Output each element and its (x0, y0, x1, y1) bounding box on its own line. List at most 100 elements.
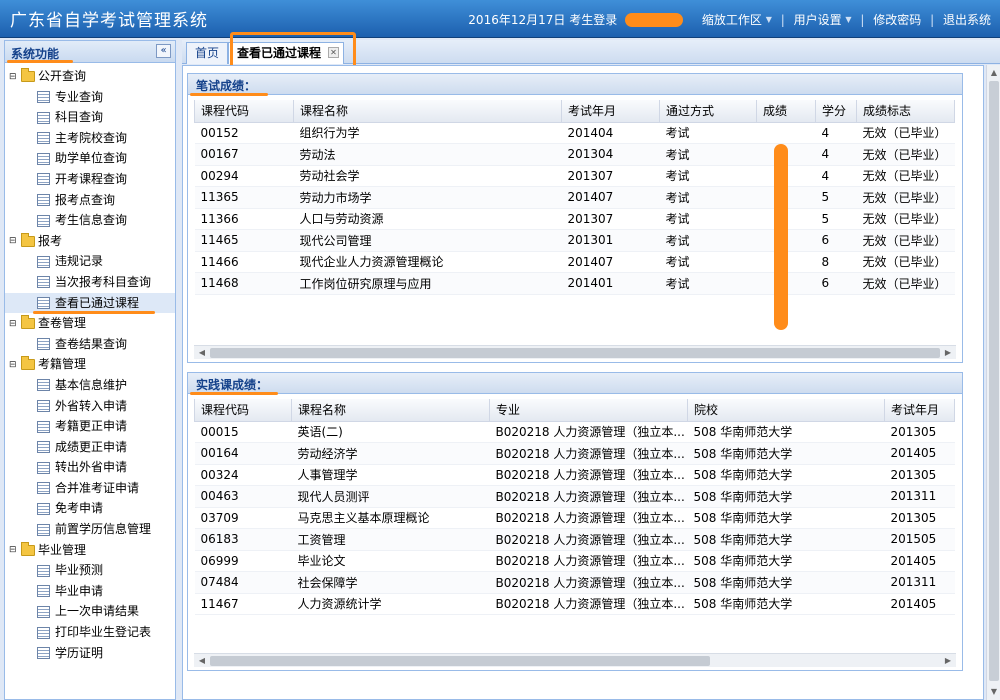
table-cell: 无效（已毕业） (856, 186, 955, 209)
table-cell: 5 (815, 186, 857, 209)
scroll-right-icon[interactable]: ▶ (942, 347, 954, 359)
column-header[interactable]: 成绩 (756, 100, 816, 123)
column-header[interactable]: 通过方式 (659, 100, 757, 123)
tree-item[interactable]: 毕业申请 (5, 581, 175, 602)
table-row[interactable]: 07484 社会保障学 B020218 人力资源管理（独立本... 508 华南师范大… (194, 571, 955, 594)
horizontal-scrollbar[interactable]: ◀ ▶ (194, 345, 956, 359)
tree-item[interactable]: 开考课程查询 (5, 169, 175, 190)
column-header[interactable]: 课程代码 (194, 100, 294, 123)
tree-item[interactable]: 专业查询 (5, 87, 175, 108)
tab-bar: 首页 查看已通过课程 ✕ (182, 32, 1000, 74)
tab-home[interactable]: 首页 (186, 42, 229, 64)
table-row[interactable]: 11366 人口与劳动资源 201307 考试 5 无效（已毕业） (194, 208, 955, 230)
tree-item[interactable]: 基本信息维护 (5, 375, 175, 396)
scroll-up-icon[interactable]: ▲ (988, 67, 1000, 79)
table-row[interactable]: 00164 劳动经济学 B020218 人力资源管理（独立本... 508 华南师范大… (194, 442, 955, 465)
tree-item[interactable]: 考生信息查询 (5, 210, 175, 231)
tree-item-label: 免考申请 (55, 501, 104, 516)
tree-item[interactable]: 查卷结果查询 (5, 334, 175, 355)
table-row[interactable]: 11467 人力资源统计学 B020218 人力资源管理（独立本... 508 华南师… (194, 593, 955, 615)
close-icon[interactable]: ✕ (328, 47, 340, 58)
scrollbar-thumb[interactable] (989, 81, 999, 681)
collapse-toggle-icon[interactable]: ⊟ (9, 355, 19, 375)
table-row[interactable]: 00015 英语(二) B020218 人力资源管理（独立本... 508 华南师范大… (194, 421, 955, 443)
header-toolbar: 2016年12月17日 考生登录 缩放工作区 ▼ | 用户设置 ▼ | 修改密码… (468, 11, 994, 28)
table-row[interactable]: 11365 劳动力市场学 201407 考试 5 无效（已毕业） (194, 186, 955, 209)
tree-item[interactable]: 转出外省申请 (5, 457, 175, 478)
tree-item[interactable]: 考籍更正申请 (5, 416, 175, 437)
tree-item[interactable]: 科目查询 (5, 107, 175, 128)
tree-item[interactable]: 外省转入申请 (5, 396, 175, 417)
table-row[interactable]: 00294 劳动社会学 201307 考试 4 无效（已毕业） (194, 165, 955, 187)
column-header[interactable]: 院校 (687, 399, 885, 422)
scroll-down-icon[interactable]: ▼ (988, 686, 1000, 698)
tree-item[interactable]: 毕业预测 (5, 560, 175, 581)
collapse-toggle-icon[interactable]: ⊟ (9, 540, 19, 560)
page-icon (37, 194, 50, 207)
tree-item[interactable]: 学历证明 (5, 643, 175, 664)
scroll-right-icon[interactable]: ▶ (942, 655, 954, 667)
table-row[interactable]: 11465 现代公司管理 201301 考试 6 无效（已毕业） (194, 229, 955, 252)
scroll-left-icon[interactable]: ◀ (196, 347, 208, 359)
table-row[interactable]: 06999 毕业论文 B020218 人力资源管理（独立本... 508 华南师范大学… (194, 550, 955, 572)
collapse-sidebar-button[interactable]: « (156, 44, 171, 58)
tree-item[interactable]: 打印毕业生登记表 (5, 622, 175, 643)
tree-item[interactable]: 主考院校查询 (5, 128, 175, 149)
column-header[interactable]: 考试年月 (561, 100, 660, 123)
column-header[interactable]: 课程名称 (291, 399, 490, 422)
tree-item[interactable]: 免考申请 (5, 498, 175, 519)
tree-group[interactable]: ⊟ 考籍管理 (5, 354, 175, 375)
tree-item[interactable]: 违规记录 (5, 251, 175, 272)
table-row[interactable]: 00463 现代人员测评 B020218 人力资源管理（独立本... 508 华南师范… (194, 485, 955, 508)
table-row[interactable]: 06183 工资管理 B020218 人力资源管理（独立本... 508 华南师范大学… (194, 528, 955, 551)
logout-button[interactable]: 退出系统 (940, 11, 994, 28)
tree-group[interactable]: ⊟ 公开查询 (5, 66, 175, 87)
tree-item[interactable]: 当次报考科目查询 (5, 272, 175, 293)
zoom-workspace-menu[interactable]: 缩放工作区 ▼ (699, 11, 775, 28)
table-cell: 考试 (659, 208, 757, 230)
tree-item[interactable]: 成绩更正申请 (5, 437, 175, 458)
table-row[interactable]: 11468 工作岗位研究原理与应用 201401 考试 6 无效（已毕业） (194, 272, 955, 295)
tree-item[interactable]: 助学单位查询 (5, 148, 175, 169)
table-cell: 8 (815, 251, 857, 273)
highlight-underline (190, 93, 268, 96)
scrollbar-thumb[interactable] (210, 656, 710, 666)
column-header[interactable]: 成绩标志 (856, 100, 955, 123)
collapse-toggle-icon[interactable]: ⊟ (9, 314, 19, 334)
tree-group[interactable]: ⊟ 毕业管理 (5, 540, 175, 561)
tree-item[interactable]: 合并准考证申请 (5, 478, 175, 499)
tree-item-label: 转出外省申请 (55, 460, 128, 475)
column-header[interactable]: 考试年月 (884, 399, 955, 422)
change-password-button[interactable]: 修改密码 (870, 11, 924, 28)
vertical-scrollbar[interactable]: ▲ ▼ (986, 65, 1000, 700)
table-row[interactable]: 00152 组织行为学 201404 考试 4 无效（已毕业） (194, 122, 955, 144)
column-header[interactable]: 课程代码 (194, 399, 292, 422)
login-date-text: 2016年12月17日 考生登录 (468, 13, 618, 27)
table-cell: 无效（已毕业） (856, 122, 955, 144)
tree-item[interactable]: 查看已通过课程 (5, 292, 175, 314)
horizontal-scrollbar[interactable]: ◀ ▶ (194, 653, 956, 667)
collapse-toggle-icon[interactable]: ⊟ (9, 231, 19, 251)
column-header[interactable]: 专业 (489, 399, 688, 422)
table-row[interactable]: 11466 现代企业人力资源管理概论 201407 考试 8 无效（已毕业） (194, 251, 955, 273)
scrollbar-thumb[interactable] (210, 348, 940, 358)
table-cell: 社会保障学 (291, 571, 490, 594)
column-header[interactable]: 课程名称 (293, 100, 562, 123)
table-cell: 现代公司管理 (293, 229, 562, 252)
tab-passed-courses[interactable]: 查看已通过课程 ✕ (228, 42, 345, 64)
tree-group[interactable]: ⊟ 查卷管理 (5, 313, 175, 334)
table-cell: 劳动法 (293, 143, 562, 166)
column-header[interactable]: 学分 (815, 100, 857, 123)
table-row[interactable]: 00167 劳动法 201304 考试 4 无效（已毕业） (194, 143, 955, 166)
table-row[interactable]: 03709 马克思主义基本原理概论 B020218 人力资源管理（独立本... 508… (194, 507, 955, 529)
collapse-toggle-icon[interactable]: ⊟ (9, 67, 19, 87)
scroll-left-icon[interactable]: ◀ (196, 655, 208, 667)
tree-item[interactable]: 上一次申请结果 (5, 601, 175, 622)
tree-item[interactable]: 报考点查询 (5, 190, 175, 211)
table-row[interactable]: 00324 人事管理学 B020218 人力资源管理（独立本... 508 华南师范大… (194, 464, 955, 486)
page-icon (37, 152, 50, 165)
tree-group[interactable]: ⊟ 报考 (5, 231, 175, 252)
tree-item[interactable]: 前置学历信息管理 (5, 519, 175, 540)
user-settings-menu[interactable]: 用户设置 ▼ (791, 11, 855, 28)
table-cell: 508 华南师范大学 (687, 528, 885, 551)
